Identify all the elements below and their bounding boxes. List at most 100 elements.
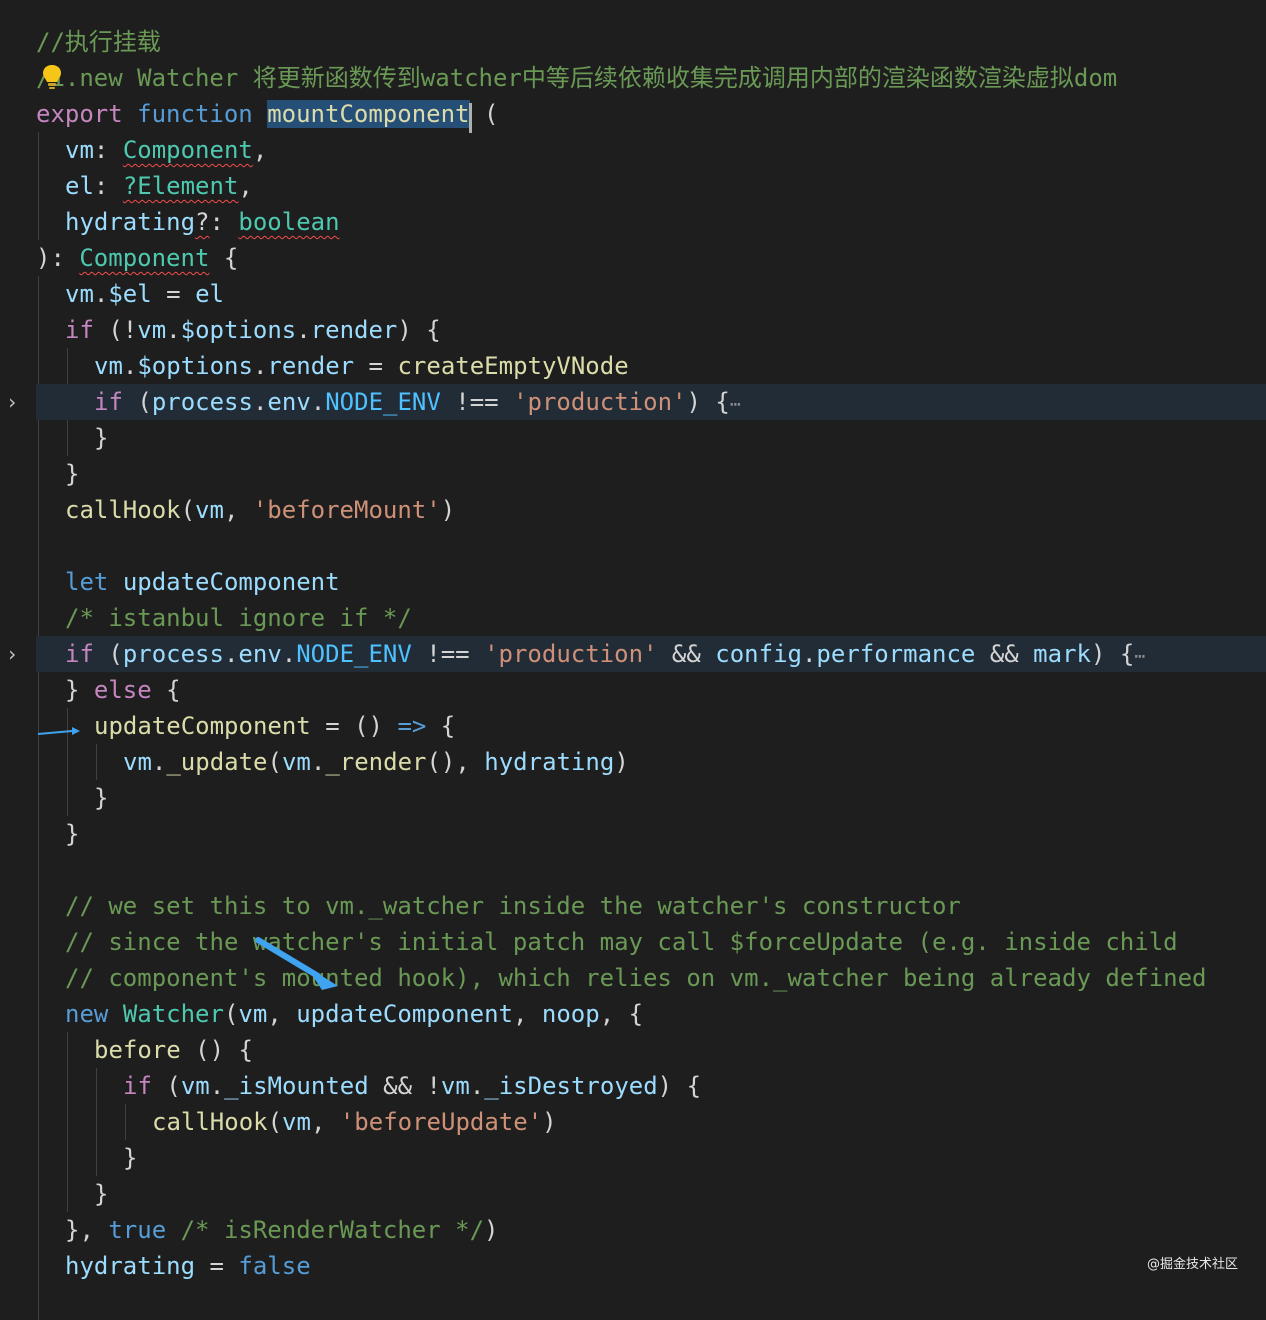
code-line[interactable]: } else { (0, 672, 1266, 708)
code-line[interactable]: /1.new Watcher 将更新函数传到watcher中等后续依赖收集完成调… (0, 60, 1266, 96)
code-line[interactable]: } (0, 780, 1266, 816)
code-text: let updateComponent (65, 564, 340, 600)
code-line[interactable] (0, 528, 1266, 564)
code-text: // component's mounted hook), which reli… (65, 960, 1207, 996)
code-line[interactable]: vm.$options.render = createEmptyVNode (0, 348, 1266, 384)
code-token: , (223, 496, 253, 524)
code-token: env (238, 640, 282, 668)
code-line[interactable]: // we set this to vm._watcher inside the… (0, 888, 1266, 924)
code-line[interactable]: ): Component { (0, 240, 1266, 276)
code-line[interactable]: } (0, 1140, 1266, 1176)
code-line[interactable]: hydrating?: boolean (0, 204, 1266, 240)
code-line[interactable]: hydrating = false (0, 1248, 1266, 1284)
code-token: env (267, 388, 311, 416)
code-line[interactable]: /* istanbul ignore if */ (0, 600, 1266, 636)
code-token: ( (122, 388, 152, 416)
code-token: ?Element (122, 172, 239, 200)
code-token: ) { (686, 388, 730, 416)
code-token: ) (542, 1108, 557, 1136)
code-token: . (93, 280, 109, 308)
code-line[interactable]: // since the watcher's initial patch may… (0, 924, 1266, 960)
code-line[interactable]: export function mountComponent ( (0, 96, 1266, 132)
code-text: vm.$options.render = createEmptyVNode (94, 348, 629, 384)
code-line[interactable]: } (0, 1176, 1266, 1212)
code-token: . (801, 640, 817, 668)
code-text: callHook(vm, 'beforeUpdate') (152, 1104, 557, 1140)
code-token: . (151, 748, 167, 776)
code-token: } (123, 1144, 138, 1172)
code-text: ): Component { (36, 240, 238, 276)
code-line[interactable]: updateComponent = () => { (0, 708, 1266, 744)
code-line[interactable]: } (0, 456, 1266, 492)
code-token: if (94, 388, 123, 416)
code-token: callHook (65, 496, 181, 524)
code-token: 'beforeUpdate' (339, 1108, 543, 1136)
code-token: NODE_ENV (325, 388, 441, 416)
code-line[interactable] (0, 1284, 1266, 1320)
code-token: function (137, 100, 253, 128)
code-token: // component's mounted hook), which reli… (65, 964, 1207, 992)
code-token: ( (180, 496, 196, 524)
watermark: @掘金技术社区 (1146, 1257, 1238, 1272)
code-token: /* istanbul ignore if */ (65, 604, 412, 632)
code-text: }, true /* isRenderWatcher */) (65, 1212, 499, 1248)
code-text: } (65, 456, 79, 492)
text-cursor (468, 103, 472, 133)
code-token: vm (281, 748, 311, 776)
code-line[interactable]: vm.$el = el (0, 276, 1266, 312)
code-token: } (94, 784, 109, 812)
code-text: if (process.env.NODE_ENV !== 'production… (65, 636, 1145, 675)
code-token: // since the watcher's initial patch may… (65, 928, 1178, 956)
code-text: } (123, 1140, 137, 1176)
code-token: ) (440, 496, 456, 524)
code-line[interactable]: vm._update(vm._render(), hydrating) (0, 744, 1266, 780)
code-line[interactable]: el: ?Element, (0, 168, 1266, 204)
code-line[interactable]: } (0, 816, 1266, 852)
code-text: hydrating = false (65, 1248, 311, 1284)
code-line[interactable]: if (vm._isMounted && !vm._isDestroyed) { (0, 1068, 1266, 1104)
code-token: ( (93, 640, 123, 668)
code-token: hydrating (65, 208, 196, 236)
code-token: _render (325, 748, 427, 776)
code-line[interactable]: vm: Component, (0, 132, 1266, 168)
code-line[interactable]: //执行挂载 (0, 24, 1266, 60)
code-line[interactable]: new Watcher(vm, updateComponent, noop, { (0, 996, 1266, 1032)
code-line[interactable]: callHook(vm, 'beforeUpdate') (0, 1104, 1266, 1140)
code-line[interactable]: callHook(vm, 'beforeMount') (0, 492, 1266, 528)
code-token: 1.new Watcher 将更新函数传到watcher中等后续依赖收集完成调用… (50, 64, 1118, 92)
code-token: . (223, 640, 239, 668)
code-text: hydrating?: boolean (65, 204, 340, 240)
lightbulb-icon[interactable] (40, 62, 64, 94)
code-token: ⋯ (1134, 646, 1146, 667)
fold-chevron-icon[interactable]: › (6, 644, 24, 664)
code-token: . (469, 1072, 485, 1100)
code-text: /1.new Watcher 将更新函数传到watcher中等后续依赖收集完成调… (36, 60, 1117, 96)
code-editor[interactable]: //执行挂载/1.new Watcher 将更新函数传到watcher中等后续依… (0, 0, 1266, 1320)
code-line[interactable]: }, true /* isRenderWatcher */) (0, 1212, 1266, 1248)
code-token: . (296, 316, 311, 344)
code-line[interactable] (0, 852, 1266, 888)
code-token: { (151, 676, 181, 704)
code-token: ( (469, 100, 499, 128)
code-token: Component (79, 244, 210, 272)
code-token: } (65, 820, 80, 848)
fold-chevron-icon[interactable]: › (6, 392, 24, 412)
code-token: updateComponent (94, 712, 311, 740)
code-line[interactable]: let updateComponent (0, 564, 1266, 600)
code-text: new Watcher(vm, updateComponent, noop, { (65, 996, 643, 1032)
code-text: } (65, 816, 79, 852)
code-token: , (252, 136, 268, 164)
code-line[interactable]: // component's mounted hook), which reli… (0, 960, 1266, 996)
code-line[interactable]: › if (process.env.NODE_ENV !== 'productio… (0, 636, 1266, 672)
code-token: . (122, 352, 138, 380)
code-text: before () { (94, 1032, 253, 1068)
code-token: true (108, 1216, 167, 1244)
code-line[interactable]: } (0, 420, 1266, 456)
code-text: export function mountComponent ( (36, 96, 498, 132)
code-line[interactable]: before () { (0, 1032, 1266, 1068)
code-line[interactable]: › if (process.env.NODE_ENV !== 'productio… (0, 384, 1266, 420)
code-token: vm (180, 1072, 210, 1100)
code-line[interactable]: if (!vm.$options.render) { (0, 312, 1266, 348)
code-token: } (94, 424, 109, 452)
